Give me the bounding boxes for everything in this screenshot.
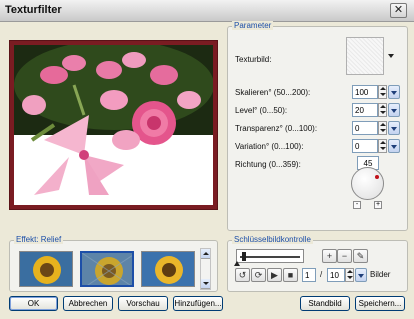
keyframe-marker[interactable] xyxy=(242,252,246,261)
flower-bouquet-image xyxy=(14,45,213,205)
save-button[interactable]: Speichern... xyxy=(355,296,405,311)
parameter-group-label: Parameter xyxy=(232,21,274,30)
preview-button[interactable]: Vorschau xyxy=(118,296,168,311)
keyframe-panel xyxy=(227,240,408,292)
preview-frame xyxy=(9,40,218,210)
effect-thumb[interactable] xyxy=(19,251,73,287)
effect-scrollbar[interactable] xyxy=(200,248,211,290)
direction-dial[interactable] xyxy=(351,167,384,200)
keyframe-group-label: Schlüsselbildkontrolle xyxy=(232,235,313,244)
direction-label: Richtung (0...359): xyxy=(235,160,301,169)
keyframe-timeline[interactable] xyxy=(236,249,304,263)
timeline-handle-icon[interactable] xyxy=(234,261,240,266)
ok-button[interactable]: OK xyxy=(9,296,58,311)
bounce-icon[interactable]: ⟳ xyxy=(251,268,266,282)
transparency-label: Transparenz° (0...100): xyxy=(235,124,318,133)
keyframe-settings-icon[interactable]: ✎ xyxy=(353,249,368,263)
play-icon[interactable]: ▶ xyxy=(267,268,282,282)
scale-dropdown-button[interactable] xyxy=(388,85,400,99)
level-spinner[interactable] xyxy=(378,103,387,117)
texture-thumbnail[interactable] xyxy=(346,37,384,75)
effect-group-label: Effekt: Relief xyxy=(14,235,64,244)
frame-current-input[interactable]: 1 xyxy=(302,268,316,282)
scroll-down-icon[interactable] xyxy=(201,279,210,289)
transparency-input[interactable]: 0 xyxy=(352,121,378,135)
dial-indicator-icon xyxy=(375,175,379,179)
dial-minus-button[interactable]: - xyxy=(353,201,361,209)
variation-dropdown-button[interactable] xyxy=(388,139,400,153)
transparency-dropdown-button[interactable] xyxy=(388,121,400,135)
scale-spinner[interactable] xyxy=(378,85,387,99)
variation-spinner[interactable] xyxy=(378,139,387,153)
add-keyframe-icon[interactable]: + xyxy=(322,249,337,263)
level-label: Level° (0...50): xyxy=(235,106,288,115)
frame-total-input[interactable]: 10 xyxy=(327,268,345,282)
frames-label: Bilder xyxy=(370,270,391,279)
add-button[interactable]: Hinzufügen... xyxy=(173,296,223,311)
stop-icon[interactable]: ■ xyxy=(283,268,298,282)
texture-dropdown-icon[interactable] xyxy=(388,54,394,58)
frame-total-spinner[interactable] xyxy=(345,268,354,282)
window-title: Texturfilter xyxy=(5,4,62,16)
transparency-spinner[interactable] xyxy=(378,121,387,135)
scale-input[interactable]: 100 xyxy=(352,85,378,99)
level-dropdown-button[interactable] xyxy=(388,103,400,117)
remove-keyframe-icon[interactable]: − xyxy=(337,249,352,263)
scale-label: Skalieren° (50...200): xyxy=(235,88,311,97)
still-image-button[interactable]: Standbild xyxy=(300,296,350,311)
cancel-button[interactable]: Abbrechen xyxy=(63,296,113,311)
scroll-up-icon[interactable] xyxy=(201,249,210,259)
level-input[interactable]: 20 xyxy=(352,103,378,117)
frame-separator: / xyxy=(320,270,323,279)
dial-plus-button[interactable]: + xyxy=(374,201,382,209)
variation-input[interactable]: 0 xyxy=(352,139,378,153)
title-bar: Texturfilter ✕ xyxy=(0,0,414,22)
close-button[interactable]: ✕ xyxy=(390,3,407,18)
variation-label: Variation° (0...100): xyxy=(235,142,304,151)
effect-thumb[interactable] xyxy=(141,251,195,287)
texture-label: Texturbild: xyxy=(235,55,272,64)
effect-thumb-selected[interactable] xyxy=(80,251,134,287)
frame-total-dropdown-button[interactable] xyxy=(355,268,367,282)
loop-icon[interactable]: ↺ xyxy=(235,268,250,282)
preview-image xyxy=(14,45,213,205)
